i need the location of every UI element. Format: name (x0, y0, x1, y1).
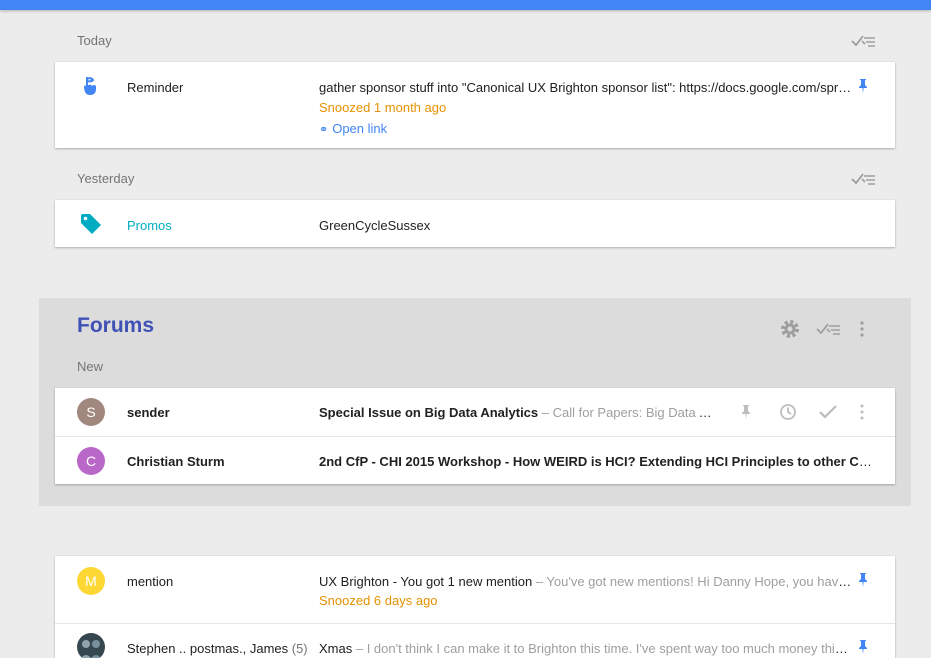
avatar: C (77, 447, 105, 475)
avatar: S (77, 398, 105, 426)
list-item[interactable]: C Christian Sturm 2nd CfP - CHI 2015 Wor… (55, 437, 895, 484)
promos-subject[interactable]: GreenCycleSussex (319, 218, 859, 233)
top-app-bar (0, 0, 931, 10)
list-item[interactable]: S sender Special Issue on Big Data Analy… (55, 388, 895, 436)
globe-icon: ⚭ (319, 124, 329, 136)
subject-text: Xmas (319, 641, 353, 656)
subject-text: Special Issue on Big Data Analytics (319, 405, 539, 420)
reminder-subject[interactable]: gather sponsor stuff into "Canonical UX … (319, 80, 853, 95)
tag-icon (81, 214, 101, 234)
section-label-new: New (77, 359, 104, 374)
sweep-done-icon[interactable] (851, 171, 877, 187)
gear-icon[interactable] (780, 319, 800, 339)
sender-name: Stephen .. postmas., James (5) (127, 641, 308, 656)
snoozed-status: Snoozed 6 days ago (319, 593, 438, 608)
bottom-list: M mention UX Brighton - You got 1 new me… (55, 556, 895, 658)
pin-icon[interactable] (858, 572, 868, 588)
snippet-text: – I don't think I can make it to Brighto… (352, 641, 853, 656)
group-photo-avatar (77, 633, 105, 658)
sender-name: sender (127, 405, 170, 420)
snippet-text: – Call for Papers: Big Data Analytics (541, 405, 719, 420)
reminder-sender: Reminder (127, 80, 184, 95)
list-item[interactable]: M mention UX Brighton - You got 1 new me… (55, 556, 895, 622)
subject-text: 2nd CfP - CHI 2015 Workshop - How WEIRD … (319, 454, 874, 469)
sender-name: mention (127, 574, 174, 589)
promos-sender: Promos (127, 218, 172, 233)
message-subject[interactable]: UX Brighton - You got 1 new mention – Yo… (319, 574, 853, 589)
sender-name: Christian Sturm (127, 454, 225, 469)
reminder-snoozed-status: Snoozed 1 month ago (319, 100, 447, 115)
avatar: M (77, 567, 105, 595)
forums-title[interactable]: Forums (77, 314, 154, 338)
message-count: (5) (288, 641, 308, 656)
snippet-text: – You've got new mentions! Hi Danny Hope… (535, 574, 853, 589)
reminder-card[interactable]: Reminder gather sponsor stuff into "Cano… (55, 62, 895, 148)
reminder-open-link[interactable]: ⚭ Open link (319, 121, 387, 136)
open-link-label: Open link (332, 121, 388, 136)
snooze-clock-icon[interactable] (779, 403, 797, 421)
sender-names: Stephen .. postmas., James (127, 641, 289, 656)
message-subject[interactable]: Special Issue on Big Data Analytics – Ca… (319, 405, 719, 420)
subject-text: UX Brighton - You got 1 new mention (319, 574, 533, 589)
list-item[interactable]: Stephen .. postmas., James (5) Xmas – I … (55, 624, 895, 658)
section-label-yesterday: Yesterday (77, 171, 135, 186)
pin-icon[interactable] (858, 639, 868, 655)
forums-list: S sender Special Issue on Big Data Analy… (55, 388, 895, 484)
pin-icon[interactable] (741, 404, 751, 420)
section-label-today: Today (77, 33, 112, 48)
more-vert-icon[interactable] (860, 404, 864, 420)
forums-bundle: Forums New S sender Special Issue on Big… (39, 298, 911, 506)
more-vert-icon[interactable] (860, 321, 864, 337)
sweep-done-icon[interactable] (816, 321, 842, 337)
sweep-done-icon[interactable] (851, 33, 877, 49)
message-subject[interactable]: Xmas – I don't think I can make it to Br… (319, 641, 853, 656)
pin-icon[interactable] (858, 78, 868, 94)
mark-done-icon[interactable] (819, 405, 837, 419)
message-subject[interactable]: 2nd CfP - CHI 2015 Workshop - How WEIRD … (319, 454, 874, 469)
promos-card[interactable]: Promos GreenCycleSussex (55, 200, 895, 247)
reminder-finger-icon (84, 77, 96, 95)
